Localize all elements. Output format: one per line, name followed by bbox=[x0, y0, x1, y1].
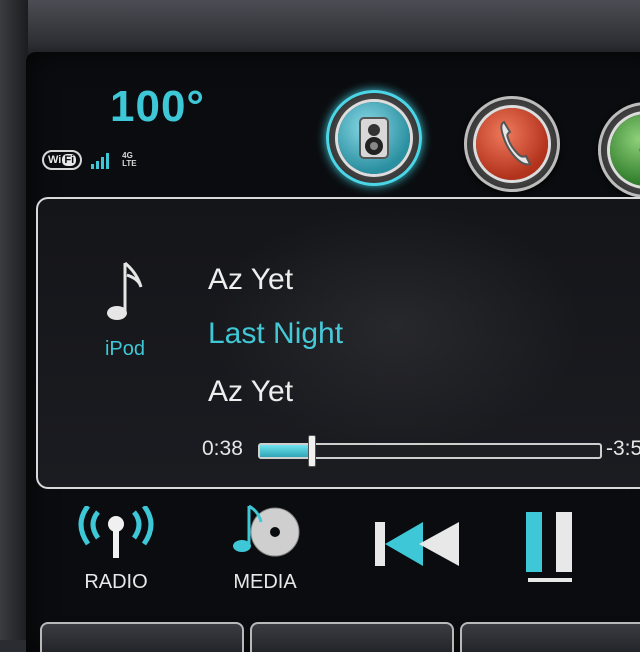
artist-name: Az Yet bbox=[208, 263, 294, 296]
pause-icon bbox=[526, 512, 572, 582]
phone-app-face bbox=[476, 108, 548, 180]
bottom-tab-1[interactable] bbox=[40, 622, 244, 652]
pause-button[interactable] bbox=[520, 508, 584, 593]
signal-strength-icon bbox=[91, 153, 110, 169]
navigation-app-face bbox=[610, 114, 640, 186]
previous-track-button[interactable] bbox=[362, 516, 472, 577]
navigation-app-button[interactable] bbox=[598, 102, 640, 198]
progress-scrubber[interactable] bbox=[308, 435, 316, 467]
audio-app-face bbox=[338, 102, 410, 174]
radio-button[interactable]: RADIO bbox=[66, 504, 166, 594]
compass-icon bbox=[639, 147, 640, 153]
playback-progress: 0:38 -3:5 bbox=[202, 435, 640, 467]
wifi-badge-text: Fi bbox=[62, 154, 77, 166]
music-note-icon bbox=[107, 261, 143, 320]
bottom-tab-2[interactable] bbox=[250, 622, 454, 652]
phone-icon bbox=[500, 120, 532, 166]
media-disc-icon bbox=[233, 504, 300, 557]
media-source[interactable]: iPod bbox=[90, 259, 160, 361]
media-button[interactable]: MEDIA bbox=[220, 500, 310, 594]
dashboard-bezel-top bbox=[0, 0, 640, 60]
elapsed-time: 0:38 bbox=[202, 437, 243, 460]
temperature-readout: 100° bbox=[110, 82, 206, 131]
wifi-icon: Wi Fi bbox=[42, 150, 83, 170]
media-label: MEDIA bbox=[233, 571, 297, 593]
bottom-control-bar: RADIO MEDIA bbox=[26, 492, 640, 602]
radio-icon bbox=[78, 504, 154, 558]
audio-app-button[interactable] bbox=[326, 90, 422, 186]
bottom-tab-strip bbox=[26, 622, 640, 652]
progress-track[interactable] bbox=[258, 435, 602, 467]
skip-back-icon bbox=[375, 522, 459, 566]
phone-app-button[interactable] bbox=[464, 96, 560, 192]
radio-label: RADIO bbox=[84, 571, 148, 593]
source-label: iPod bbox=[104, 338, 146, 360]
progress-fill bbox=[260, 445, 311, 457]
speaker-icon bbox=[359, 117, 389, 159]
now-playing-panel: iPod Az Yet Last Night Az Yet 0:38 -3:5 bbox=[36, 197, 640, 489]
remaining-time: -3:5 bbox=[606, 437, 640, 460]
status-bar: Wi Fi 4G LTE bbox=[42, 150, 137, 170]
infotainment-screen: 100° Wi Fi 4G LTE iPod Az Yet Last Night… bbox=[26, 52, 640, 652]
network-type-badge: 4G LTE bbox=[122, 152, 137, 168]
bottom-tab-3[interactable] bbox=[460, 622, 640, 652]
wifi-text: Wi bbox=[48, 154, 62, 166]
song-title: Last Night bbox=[208, 317, 344, 350]
album-name: Az Yet bbox=[208, 375, 294, 408]
network-type-line2: LTE bbox=[122, 159, 137, 168]
dashboard-bezel-left bbox=[0, 0, 28, 640]
